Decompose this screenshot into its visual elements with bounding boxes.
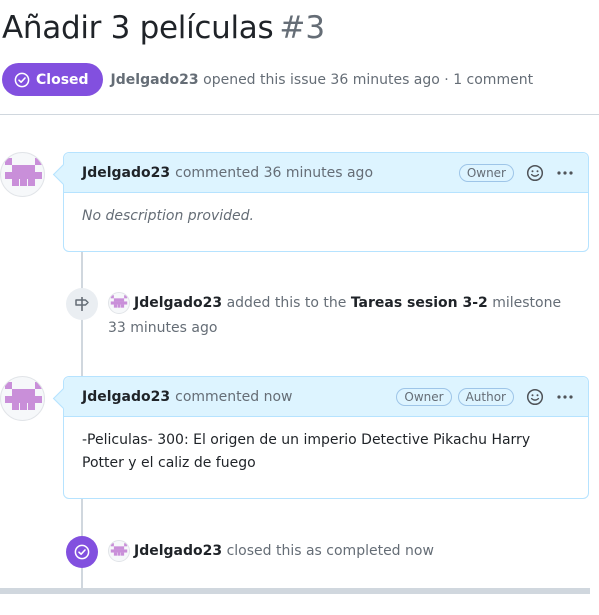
comment-body: No description provided. bbox=[82, 208, 254, 224]
event-suffix: milestone bbox=[492, 295, 562, 311]
comment-menu-button[interactable] bbox=[556, 388, 574, 406]
issue-title: Añadir 3 películas bbox=[2, 10, 274, 46]
closed-event: Jdelgado23 closed this as completed now bbox=[66, 536, 434, 568]
header-divider bbox=[0, 114, 599, 115]
reaction-button[interactable] bbox=[526, 164, 544, 182]
identicon-icon bbox=[5, 382, 42, 410]
check-circle-icon bbox=[74, 544, 90, 560]
avatar[interactable] bbox=[108, 292, 130, 314]
milestone-icon bbox=[75, 297, 89, 311]
milestone-badge bbox=[66, 288, 98, 320]
comment-time[interactable]: commented 36 minutes ago bbox=[175, 165, 373, 181]
comment-box: Jdelgado23 commented 36 minutes ago Owne… bbox=[63, 152, 589, 252]
issue-author-link[interactable]: Jdelgado23 bbox=[111, 72, 199, 88]
identicon-icon bbox=[110, 295, 128, 308]
opened-label: opened this issue 36 minutes ago · 1 com… bbox=[203, 71, 534, 88]
avatar[interactable] bbox=[108, 540, 130, 562]
comment-author-link[interactable]: Jdelgado23 bbox=[82, 165, 170, 181]
reaction-button[interactable] bbox=[526, 388, 544, 406]
milestone-link[interactable]: Tareas sesion 3-2 bbox=[351, 295, 488, 311]
closed-badge bbox=[66, 536, 98, 568]
comment-author-link[interactable]: Jdelgado23 bbox=[82, 389, 170, 405]
event-author-link[interactable]: Jdelgado23 bbox=[134, 543, 222, 559]
event-action: added this to the bbox=[226, 295, 347, 311]
owner-badge: Owner bbox=[458, 163, 514, 182]
comment-box: Jdelgado23 commented now Owner Author -P… bbox=[63, 376, 589, 499]
avatar[interactable] bbox=[0, 152, 45, 197]
issue-opened-text: Jdelgado23 opened this issue 36 minutes … bbox=[111, 72, 534, 88]
closed-event-text: Jdelgado23 closed this as completed now bbox=[108, 536, 434, 564]
comment-menu-button[interactable] bbox=[556, 164, 574, 182]
smiley-icon bbox=[526, 388, 544, 405]
identicon-icon bbox=[5, 158, 42, 186]
issue-title-row: Añadir 3 películas #3 bbox=[2, 10, 325, 46]
issue-number: #3 bbox=[279, 10, 326, 46]
state-badge: Closed bbox=[2, 63, 103, 96]
comment-header: Jdelgado23 commented 36 minutes ago Owne… bbox=[64, 153, 588, 193]
event-time[interactable]: 33 minutes ago bbox=[108, 320, 217, 336]
milestone-event-text: Jdelgado23 added this to the Tareas sesi… bbox=[108, 288, 561, 341]
milestone-event: Jdelgado23 added this to the Tareas sesi… bbox=[66, 288, 561, 341]
comment-header: Jdelgado23 commented now Owner Author bbox=[64, 377, 588, 417]
author-badge: Author bbox=[457, 387, 514, 406]
avatar[interactable] bbox=[0, 376, 45, 421]
issue-meta: Closed Jdelgado23 opened this issue 36 m… bbox=[2, 63, 533, 96]
check-circle-icon bbox=[14, 72, 30, 87]
state-label: Closed bbox=[36, 71, 89, 88]
event-author-link[interactable]: Jdelgado23 bbox=[134, 295, 222, 311]
comment-time[interactable]: commented now bbox=[175, 389, 292, 405]
timeline-end-divider bbox=[0, 588, 590, 594]
owner-badge: Owner bbox=[396, 387, 452, 406]
comment-body: -Peliculas- 300: El origen de un imperio… bbox=[82, 432, 531, 471]
kebab-icon bbox=[557, 394, 573, 399]
smiley-icon bbox=[526, 164, 544, 181]
event-action: closed this as completed now bbox=[226, 543, 434, 559]
kebab-icon bbox=[557, 170, 573, 175]
identicon-icon bbox=[110, 543, 128, 556]
